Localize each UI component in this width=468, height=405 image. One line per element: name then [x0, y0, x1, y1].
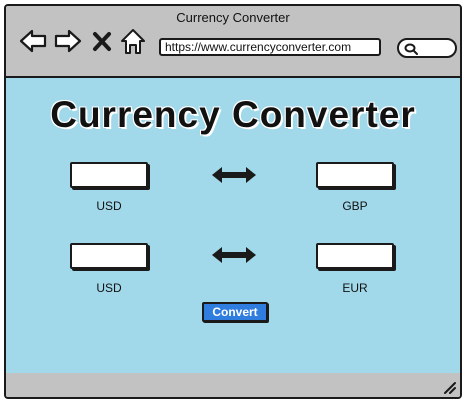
double-arrow-icon [210, 245, 258, 265]
page-content: Currency Converter USD GBP USD EUR Conve… [6, 78, 460, 377]
close-icon[interactable] [90, 26, 114, 56]
convert-button[interactable]: Convert [202, 302, 268, 322]
browser-toolbar: Currency Converter https://www.currencyc… [6, 6, 460, 78]
search-field[interactable] [397, 38, 457, 58]
eur-amount-input[interactable] [316, 243, 394, 269]
double-arrow-icon [210, 165, 258, 185]
to-currency-label-1: GBP [342, 199, 368, 213]
resize-grip-icon[interactable] [442, 380, 456, 394]
usd-amount-input-2[interactable] [70, 243, 148, 269]
page-title: Currency Converter [50, 94, 416, 135]
usd-amount-input-1[interactable] [70, 162, 148, 188]
forward-arrow-icon[interactable] [53, 26, 83, 56]
search-icon [404, 43, 418, 55]
address-bar[interactable]: https://www.currencyconverter.com [159, 38, 381, 56]
to-currency-label-2: EUR [342, 281, 368, 295]
window-title: Currency Converter [176, 10, 290, 25]
gbp-amount-input[interactable] [316, 162, 394, 188]
status-bar [6, 373, 460, 397]
back-arrow-icon[interactable] [18, 26, 48, 56]
home-icon[interactable] [119, 26, 147, 56]
from-currency-label-1: USD [96, 199, 122, 213]
from-currency-label-2: USD [96, 281, 122, 295]
browser-window: Currency Converter https://www.currencyc… [4, 4, 462, 399]
